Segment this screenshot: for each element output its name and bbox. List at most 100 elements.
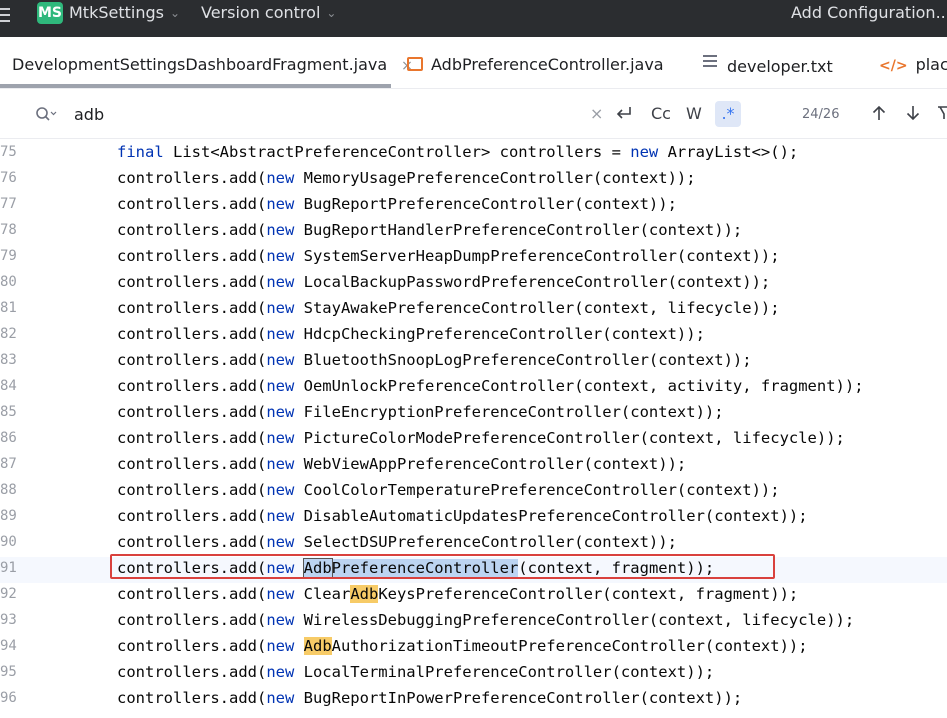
words-button[interactable]: W: [686, 104, 702, 123]
code-text: controllers.add(: [117, 195, 267, 213]
keyword: new: [266, 221, 295, 239]
tab-label: placel: [915, 55, 947, 74]
tab-development-settings[interactable]: DevelopmentSettingsDashboardFragment.jav…: [12, 55, 413, 74]
line-number: 91: [0, 560, 17, 576]
version-control-menu[interactable]: Version control ⌄: [201, 3, 336, 22]
code-line[interactable]: controllers.add(new BugReportInPowerPref…: [117, 689, 742, 707]
search-match: Adb: [350, 585, 379, 603]
project-selector[interactable]: MtkSettings ⌄: [69, 3, 180, 22]
filter-icon[interactable]: [938, 104, 947, 126]
code-editor[interactable]: 75 final List<AbstractPreferenceControlle…: [0, 140, 947, 718]
chevron-down-icon: ⌄: [326, 6, 337, 20]
regex-button[interactable]: .*: [715, 101, 741, 127]
code-text: controllers.add(: [117, 325, 267, 343]
code-line[interactable]: controllers.add(new MemoryUsagePreferenc…: [117, 169, 696, 187]
line-number: 93: [0, 612, 17, 628]
code-line[interactable]: controllers.add(new BluetoothSnoopLogPre…: [117, 351, 752, 369]
tab-label: developer.txt: [727, 57, 833, 76]
keyword: new: [266, 611, 295, 629]
code-text: controllers.add(: [117, 481, 267, 499]
code-line[interactable]: controllers.add(new FileEncryptionPrefer…: [117, 403, 724, 421]
keyword: final: [117, 143, 164, 161]
code-line[interactable]: controllers.add(new AdbAuthorizationTime…: [117, 637, 808, 655]
line-number: 90: [0, 534, 17, 550]
code-text: DisableAutomaticUpdatesPreferenceControl…: [294, 507, 808, 525]
chevron-down-icon: ⌄: [169, 6, 181, 20]
keyword: new: [266, 663, 295, 681]
line-number: 78: [0, 222, 17, 238]
code-line[interactable]: final List<AbstractPreferenceController>…: [117, 143, 798, 161]
code-line[interactable]: controllers.add(new PictureColorModePref…: [117, 429, 845, 447]
code-line[interactable]: controllers.add(new DisableAutomaticUpda…: [117, 507, 808, 525]
code-text: BluetoothSnoopLogPreferenceController(co…: [294, 351, 752, 369]
code-text: controllers.add(: [117, 663, 267, 681]
hamburger-menu-icon[interactable]: [0, 4, 12, 24]
clear-search-icon[interactable]: ×: [590, 104, 603, 123]
code-text: controllers.add(: [117, 351, 267, 369]
code-text: FileEncryptionPreferenceController(conte…: [294, 403, 724, 421]
code-line[interactable]: controllers.add(new LocalTerminalPrefere…: [117, 663, 714, 681]
find-bar: adb × Cc W .* 24/26: [0, 90, 947, 139]
code-text: controllers.add(: [117, 299, 267, 317]
keyword: new: [266, 585, 295, 603]
code-text: controllers.add(: [117, 221, 267, 239]
xml-file-icon: </>: [879, 58, 908, 74]
keyword: new: [266, 455, 295, 473]
match-case-button[interactable]: Cc: [651, 104, 671, 123]
code-line[interactable]: controllers.add(new HdcpCheckingPreferen…: [117, 325, 705, 343]
code-text: StayAwakePreferenceController(context, l…: [294, 299, 780, 317]
line-number: 79: [0, 248, 17, 264]
add-configuration-button[interactable]: Add Configuration...: [791, 3, 947, 22]
keyword: new: [266, 689, 295, 707]
code-text: CoolColorTemperaturePreferenceController…: [294, 481, 780, 499]
line-number: 75: [0, 144, 17, 160]
code-text: KeysPreferenceController(context, fragme…: [378, 585, 799, 603]
tab-label: AdbPreferenceController.java: [431, 55, 664, 74]
code-line[interactable]: controllers.add(new WebViewAppPreference…: [117, 455, 686, 473]
tab-placeholder-xml[interactable]: </> placel: [879, 55, 947, 74]
search-icon[interactable]: [35, 106, 57, 128]
previous-occurrence-icon[interactable]: [870, 104, 888, 126]
code-text: LocalTerminalPreferenceController(contex…: [294, 663, 715, 681]
line-number: 88: [0, 482, 17, 498]
tab-adb-preference-controller[interactable]: AdbPreferenceController.java: [407, 55, 664, 74]
code-line[interactable]: controllers.add(new ClearAdbKeysPreferen…: [117, 585, 798, 603]
tab-developer-txt[interactable]: developer.txt: [703, 55, 833, 76]
code-line[interactable]: controllers.add(new LocalBackupPasswordP…: [117, 273, 770, 291]
keyword: new: [266, 169, 295, 187]
code-text: controllers.add(: [117, 637, 267, 655]
new-line-icon[interactable]: [614, 103, 634, 127]
line-number: 87: [0, 456, 17, 472]
line-number: 84: [0, 378, 17, 394]
code-text: Clear: [294, 585, 351, 603]
keyword: new: [266, 403, 295, 421]
code-text: HdcpCheckingPreferenceController(context…: [294, 325, 705, 343]
code-text: MemoryUsagePreferenceController(context)…: [294, 169, 696, 187]
keyword: new: [266, 481, 295, 499]
code-text: WirelessDebuggingPreferenceController(co…: [294, 611, 855, 629]
code-line[interactable]: controllers.add(new SelectDSUPreferenceC…: [117, 533, 677, 551]
code-text: BugReportPreferenceController(context));: [294, 195, 677, 213]
code-text: controllers.add(: [117, 689, 267, 707]
code-text: controllers.add(: [117, 585, 267, 603]
tab-label: DevelopmentSettingsDashboardFragment.jav…: [12, 55, 388, 74]
line-number: 85: [0, 404, 17, 420]
code-text: controllers.add(: [117, 403, 267, 421]
next-occurrence-icon[interactable]: [904, 104, 922, 126]
search-input[interactable]: adb: [74, 105, 104, 124]
code-text: controllers.add(: [117, 533, 267, 551]
code-text: PictureColorModePreferenceController(con…: [294, 429, 845, 447]
code-line[interactable]: controllers.add(new SystemServerHeapDump…: [117, 247, 780, 265]
code-line[interactable]: controllers.add(new CoolColorTemperature…: [117, 481, 780, 499]
keyword: new: [266, 195, 295, 213]
code-text: controllers.add(: [117, 169, 267, 187]
code-line[interactable]: controllers.add(new OemUnlockPreferenceC…: [117, 377, 864, 395]
keyword: new: [266, 247, 295, 265]
code-line[interactable]: controllers.add(new WirelessDebuggingPre…: [117, 611, 854, 629]
code-line[interactable]: controllers.add(new BugReportPreferenceC…: [117, 195, 677, 213]
annotation-highlight-box: [110, 554, 775, 579]
project-badge: MS: [37, 2, 63, 24]
code-line[interactable]: controllers.add(new BugReportHandlerPref…: [117, 221, 742, 239]
code-line[interactable]: controllers.add(new StayAwakePreferenceC…: [117, 299, 780, 317]
